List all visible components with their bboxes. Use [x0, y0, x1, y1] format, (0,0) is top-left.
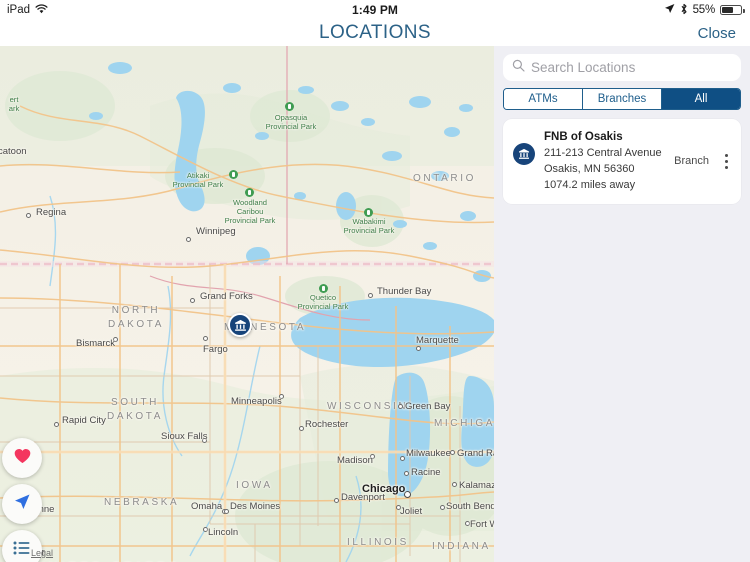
locations-screen: iPad 1:49 PM 55% LOCATIONS Close ONTARIO…	[0, 0, 750, 562]
status-bar-time: 1:49 PM	[351, 3, 399, 17]
location-address-line2: Osakis, MN 56360	[544, 162, 635, 175]
park-icon	[245, 188, 254, 197]
city-dot	[203, 527, 208, 532]
location-address-line1: 211-213 Central Avenue	[544, 146, 662, 159]
navigation-arrow-icon	[13, 493, 31, 516]
more-vertical-icon[interactable]	[722, 152, 731, 171]
status-bar: iPad 1:49 PM 55%	[0, 0, 750, 20]
city-dot	[404, 491, 411, 498]
legal-link[interactable]: Legal	[31, 548, 53, 558]
city-dot	[404, 471, 409, 476]
park-icon	[364, 208, 373, 217]
segment-branches[interactable]: Branches	[583, 89, 662, 109]
city-dot	[299, 426, 304, 431]
location-distance: 1074.2 miles away	[544, 178, 636, 191]
locate-me-button[interactable]	[2, 484, 42, 524]
search-bar-container	[494, 46, 750, 88]
bluetooth-icon	[680, 3, 688, 18]
city-dot	[465, 521, 470, 526]
park-icon	[229, 170, 238, 179]
status-bar-right: 55%	[664, 3, 745, 18]
city-dot	[400, 456, 405, 461]
city-dot	[190, 298, 195, 303]
search-input[interactable]	[531, 60, 732, 75]
heart-icon	[14, 448, 31, 469]
list-icon	[13, 541, 31, 560]
bank-marker-icon[interactable]	[228, 313, 252, 337]
location-name: FNB of Osakis	[544, 131, 623, 143]
city-dot	[26, 213, 31, 218]
close-button[interactable]: Close	[698, 25, 736, 42]
list-item[interactable]: FNB of Osakis 211-213 Central Avenue Osa…	[503, 119, 741, 205]
search-icon	[512, 59, 525, 77]
location-arrow-icon	[664, 3, 675, 17]
city-dot	[450, 450, 455, 455]
city-dot	[186, 237, 191, 242]
segment-all[interactable]: All	[662, 89, 740, 109]
city-dot	[203, 336, 208, 341]
location-type-label: Branch	[674, 155, 709, 168]
map-view[interactable]: ONTARIO NORTH DAKOTA MINNESOTA SOUTH DAKOT…	[0, 46, 494, 562]
page-title: LOCATIONS	[319, 22, 431, 43]
city-dot	[54, 422, 59, 427]
navigation-bar: LOCATIONS Close	[0, 20, 750, 46]
city-dot	[334, 498, 339, 503]
results-list: FNB of Osakis 211-213 Central Avenue Osa…	[494, 110, 750, 205]
city-dot	[279, 394, 284, 399]
locations-panel: ATMs Branches All FNB of Osakis 211-213 …	[494, 46, 750, 562]
city-dot	[202, 438, 207, 443]
filter-segmented-control[interactable]: ATMs Branches All	[503, 88, 741, 110]
map-tiles	[0, 46, 494, 562]
city-dot	[398, 404, 403, 409]
city-dot	[452, 482, 457, 487]
park-icon	[319, 284, 328, 293]
battery-percent-label: 55%	[692, 4, 716, 16]
city-dot	[370, 454, 375, 459]
city-dot	[416, 346, 421, 351]
battery-icon	[720, 5, 745, 15]
favorites-button[interactable]	[2, 438, 42, 478]
segment-atms[interactable]: ATMs	[504, 89, 583, 109]
park-icon	[285, 102, 294, 111]
city-dot	[224, 509, 229, 514]
city-dot	[396, 505, 401, 510]
search-box[interactable]	[503, 54, 741, 81]
list-item-body: FNB of Osakis 211-213 Central Avenue Osa…	[544, 129, 665, 193]
city-dot	[113, 337, 118, 342]
city-dot	[368, 293, 373, 298]
bank-icon	[513, 143, 535, 165]
city-dot	[440, 505, 445, 510]
